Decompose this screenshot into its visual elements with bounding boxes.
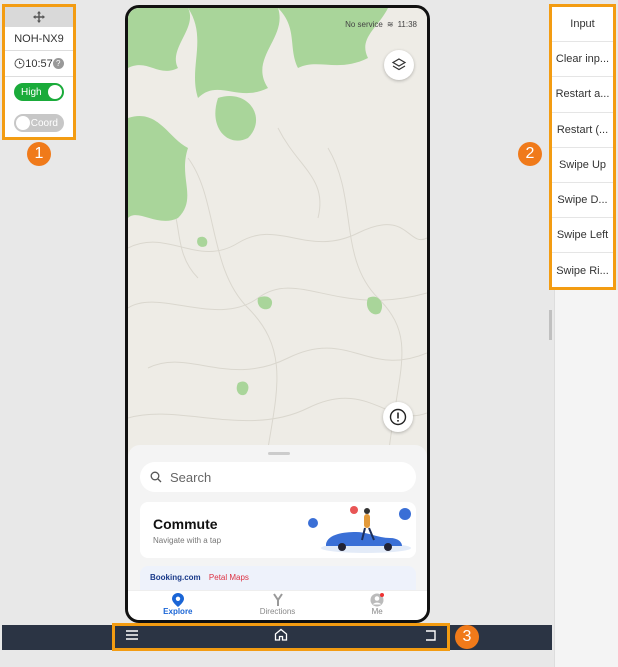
menu-icon [126,630,138,640]
status-time: 11:38 [397,20,417,29]
tab-me-label: Me [371,607,383,616]
directions-icon [272,593,283,606]
back-icon [426,630,436,641]
tab-explore[interactable]: Explore [128,591,228,620]
resize-handle[interactable] [549,310,552,340]
quality-toggle[interactable]: High [14,83,64,101]
wifi-icon: ≋ [386,20,394,29]
right-sidebar-background [554,290,618,667]
profile-icon [370,593,385,607]
petal-logo: Petal Maps [208,573,249,582]
swipe-right-button[interactable]: Swipe Ri... [552,253,613,288]
sheet-handle[interactable] [268,452,290,455]
search-icon [150,471,162,483]
tab-explore-label: Explore [163,607,193,616]
search-placeholder: Search [170,469,212,485]
toggle-knob [48,85,62,99]
clear-input-button[interactable]: Clear inp... [552,42,613,78]
phone-screen: No service ≋ 11:38 Search Commute Naviga… [125,5,430,623]
bottom-sheet: Search Commute Navigate with a tap Booki… [128,445,427,596]
swipe-left-button[interactable]: Swipe Left [552,218,613,254]
restart-device-button[interactable]: Restart (... [552,113,613,148]
swipe-down-button[interactable]: Swipe D... [552,183,613,219]
drag-handle[interactable] [5,7,73,27]
status-bar: No service ≋ 11:38 [345,20,417,29]
menu-button[interactable] [125,628,139,646]
bottom-nav: Explore Directions Me [128,590,427,620]
annotation-badge-2: 2 [518,142,542,166]
input-button[interactable]: Input [552,7,613,43]
toggle-knob [16,116,30,130]
layers-button[interactable] [384,50,414,80]
search-input[interactable]: Search [140,462,416,492]
tab-directions[interactable]: Directions [228,591,328,620]
swipe-up-button[interactable]: Swipe Up [552,148,613,183]
move-icon [33,11,45,23]
annotation-badge-3: 3 [455,625,479,649]
location-pin-icon [171,593,184,607]
commute-card[interactable]: Commute Navigate with a tap [140,502,416,558]
report-button[interactable] [383,402,413,432]
tab-directions-label: Directions [259,607,296,616]
home-button[interactable] [274,628,288,646]
tab-me[interactable]: Me [327,591,427,620]
help-icon[interactable]: ? [52,58,64,69]
device-name: NOH-NX9 [5,27,73,51]
coord-toggle-label: Coord [30,117,58,129]
coord-toggle[interactable]: Coord [14,114,64,132]
booking-logo: Booking.com [150,573,201,582]
commute-subtitle: Navigate with a tap [153,536,222,545]
commute-title: Commute [153,516,218,532]
device-control-panel: NOH-NX9 10:57 ? High Coord [2,4,76,140]
alert-icon [389,408,407,426]
back-button[interactable] [423,628,437,646]
home-icon [274,628,288,641]
commute-illustration [308,506,411,553]
quality-toggle-label: High [21,86,42,98]
action-panel: Input Clear inp... Restart a... Restart … [549,4,616,290]
clock-icon [14,58,25,69]
device-nav-buttons [112,623,450,651]
layers-icon [391,58,407,71]
restart-app-button[interactable]: Restart a... [552,77,613,113]
map-view[interactable] [128,8,427,468]
carrier-text: No service [345,20,383,29]
annotation-badge-1: 1 [27,142,51,166]
timer-value: 10:57 [25,57,53,70]
session-timer: 10:57 ? [5,51,73,77]
